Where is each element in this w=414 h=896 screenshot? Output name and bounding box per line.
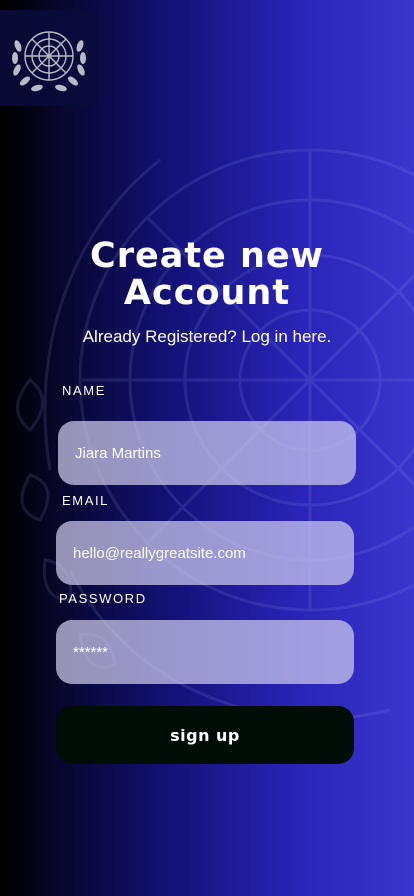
password-label: PASSWORD [59, 591, 147, 606]
page-title: Create new Account [0, 238, 414, 312]
title-line-1: Create new [90, 236, 324, 276]
password-value: ****** [73, 643, 109, 661]
email-value: hello@reallygreatsite.com [73, 544, 246, 562]
signup-button[interactable]: sign up [56, 706, 354, 764]
name-field[interactable]: Jiara Martins [58, 421, 356, 485]
email-label: EMAIL [62, 493, 110, 508]
signup-screen: Create new Account Already Registered? L… [0, 0, 414, 896]
password-field[interactable]: ****** [56, 620, 354, 684]
title-line-2: Account [123, 273, 291, 313]
name-label: NAME [62, 383, 106, 398]
name-value: Jiara Martins [75, 444, 161, 462]
logo [0, 10, 98, 106]
login-link[interactable]: Already Registered? Log in here. [0, 326, 414, 348]
un-emblem-icon [12, 31, 86, 92]
email-field[interactable]: hello@reallygreatsite.com [56, 521, 354, 585]
